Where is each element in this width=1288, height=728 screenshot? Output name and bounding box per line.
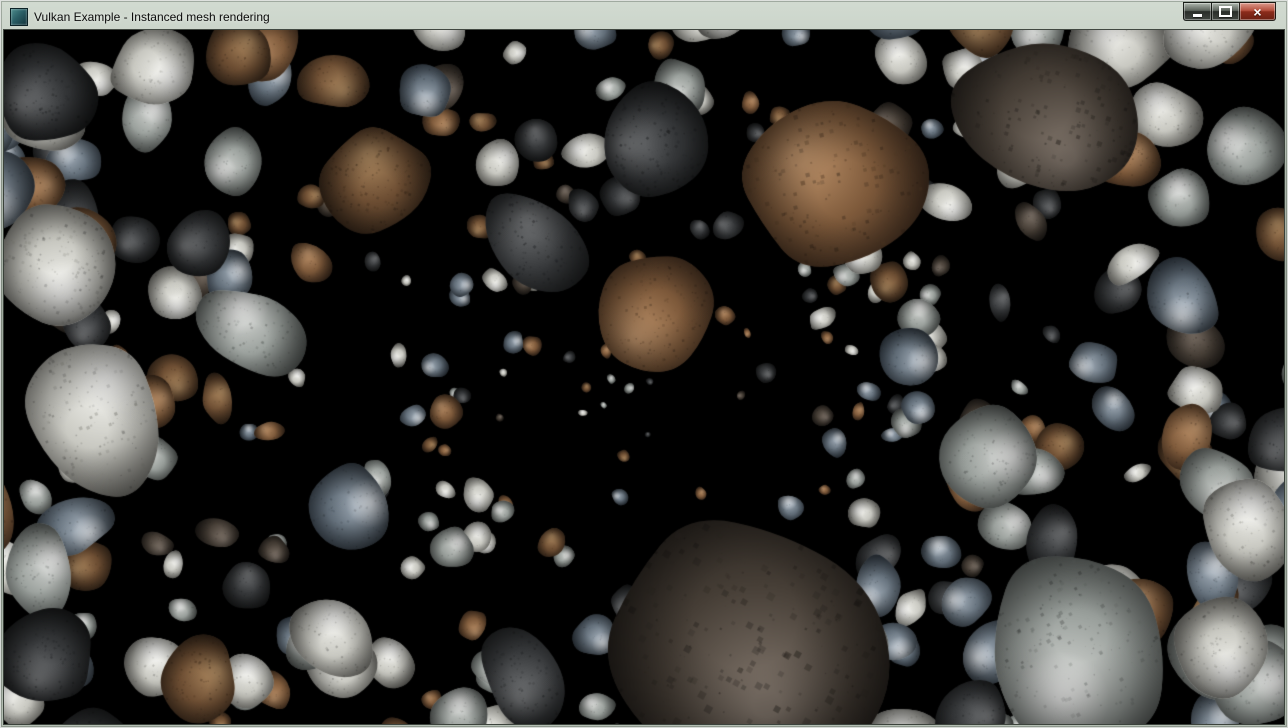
close-button[interactable]: × (1239, 2, 1276, 21)
viewport-canvas[interactable] (4, 30, 1284, 724)
close-icon: × (1253, 5, 1261, 19)
maximize-button[interactable] (1211, 2, 1240, 21)
app-window: Vulkan Example - Instanced mesh renderin… (0, 0, 1288, 728)
window-icon[interactable] (10, 8, 28, 26)
maximize-icon (1219, 6, 1232, 17)
caption-button-group: × (1184, 2, 1276, 21)
window-title: Vulkan Example - Instanced mesh renderin… (34, 10, 270, 24)
render-viewport[interactable] (4, 30, 1284, 724)
minimize-icon (1193, 14, 1202, 17)
minimize-button[interactable] (1183, 2, 1212, 21)
title-bar[interactable]: Vulkan Example - Instanced mesh renderin… (4, 3, 1284, 30)
